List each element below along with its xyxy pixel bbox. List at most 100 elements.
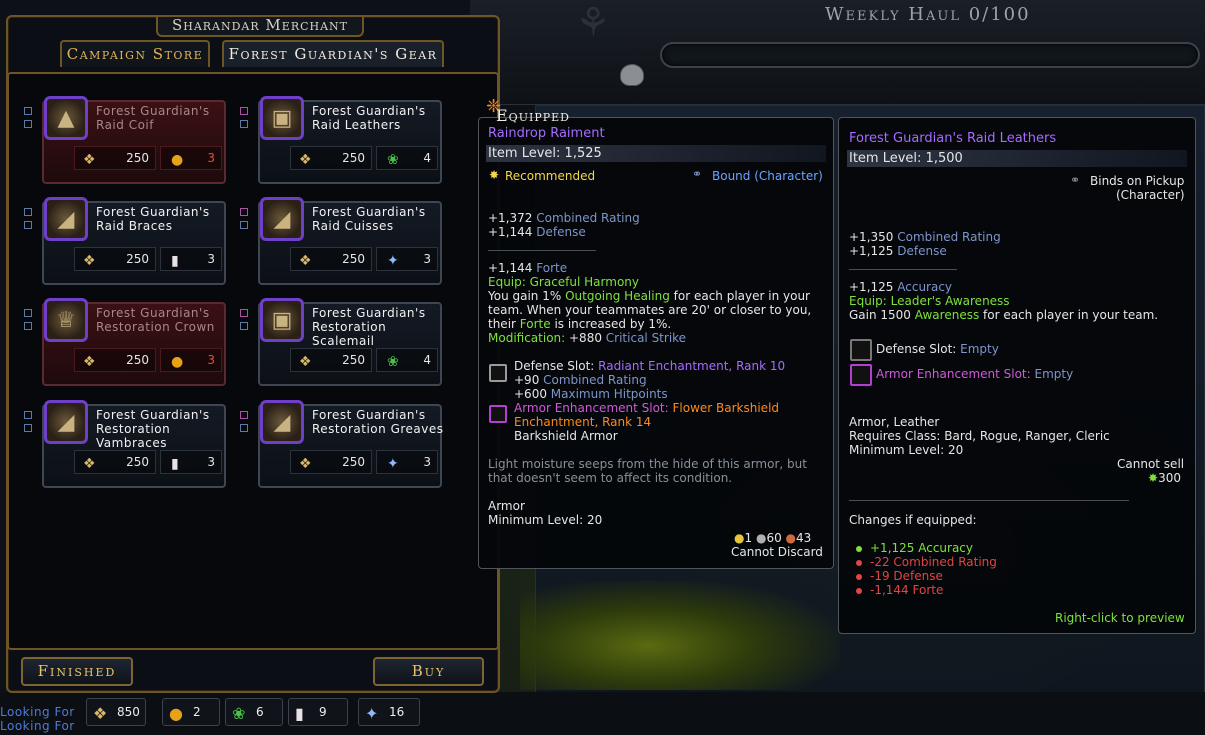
item-indicator (240, 107, 248, 115)
store-item-cost-secondary: ▮ 3 (160, 450, 222, 474)
divider (849, 269, 957, 270)
background-foliage (520, 580, 840, 690)
store-item-cost-secondary: ● 3 (160, 146, 222, 170)
divider (488, 250, 596, 251)
min-level: Minimum Level: 20 (488, 513, 603, 527)
flavor-text: that doesn't seem to affect its conditio… (488, 471, 733, 485)
cost-value: 250 (342, 455, 365, 469)
vambrace-icon: ◢ (44, 400, 88, 444)
stat-name: Accuracy (897, 280, 953, 294)
stat-line: +1,125 Accuracy (849, 280, 952, 294)
merchant-title: Sharandar Merchant (156, 17, 364, 37)
cost-value: 3 (423, 252, 431, 266)
slot-value: Empty (960, 342, 999, 356)
hood-icon: ▲ (44, 96, 88, 140)
stat-line: +1,144 Forte (488, 261, 567, 275)
stat-line: +1,372 Combined Rating (488, 211, 640, 225)
armor-slot-line: Armor Enhancement Slot: Empty (876, 367, 1073, 381)
store-item-cost-secondary: ▮ 3 (160, 247, 222, 271)
store-item[interactable]: ♕ Forest Guardian's Restoration Crown ❖ 250… (24, 298, 228, 388)
tab-forest-guardians-gear[interactable]: Forest Guardian's Gear (222, 40, 444, 67)
store-item-cost-primary: ❖ 250 (74, 146, 156, 170)
item-indicator (24, 120, 32, 128)
equipped-header: Equipped (496, 106, 570, 125)
compare-item-name: Forest Guardian's Raid Leathers (849, 131, 1057, 146)
store-item[interactable]: ▣ Forest Guardian's Raid Leathers ❖ 250 ❀ 4 (240, 96, 444, 186)
bound-label: Bound (Character) (712, 169, 823, 183)
store-item[interactable]: ◢ Forest Guardian's Restoration Vambraces… (24, 400, 228, 490)
item-indicator (24, 322, 32, 330)
weekly-haul-label: Weekly Haul 0/100 (825, 4, 1031, 25)
currency-leaves: ❀ 6 (225, 698, 283, 726)
gold-apple-icon: ● (169, 704, 183, 723)
tab-campaign-store[interactable]: Campaign Store (60, 40, 210, 67)
stat-value: +1,350 (849, 230, 894, 244)
equipped-item-level: Item Level: 1,525 (486, 145, 826, 162)
cost-value: 3 (207, 455, 215, 469)
item-indicator (240, 322, 248, 330)
shooting-star-icon: ✦ (365, 704, 379, 723)
cost-value: 250 (342, 353, 365, 367)
scroll-icon: ❖ (83, 253, 96, 269)
scroll-icon: ❖ (83, 456, 96, 472)
bound-icon: ⚭ (692, 167, 703, 181)
currency-scrolls: ❖ 850 (86, 698, 146, 726)
change-bullet (856, 573, 862, 580)
slot-value: Flower Barkshield (672, 401, 780, 415)
modification-value: +880 (569, 331, 606, 345)
stat-name: Defense (897, 244, 947, 258)
change-bullet (856, 559, 862, 566)
compare-item-level: Item Level: 1,500 (847, 150, 1187, 167)
equip-description: You gain 1% Outgoing Healing for each pl… (488, 289, 810, 303)
stat-line: +1,125 Defense (849, 244, 947, 258)
store-item-name: Forest Guardian's Restoration Greaves (312, 408, 444, 436)
store-item-cost-primary: ❖ 250 (290, 146, 372, 170)
shooting-star-icon: ✦ (387, 456, 399, 472)
store-item[interactable]: ◢ Forest Guardian's Restoration Greaves ❖ 2… (240, 400, 444, 490)
finished-button[interactable]: Finished (21, 657, 133, 686)
defense-slot-line: Defense Slot: Radiant Enchantment, Rank … (514, 359, 785, 373)
store-item-cost-primary: ❖ 250 (290, 247, 372, 271)
item-indicator (24, 221, 32, 229)
astral-diamond-icon: ✸ (1148, 471, 1159, 485)
desc-text: their (488, 317, 520, 331)
armor-slot-line: Armor Enhancement Slot: Flower Barkshiel… (514, 401, 779, 415)
store-item[interactable]: ◢ Forest Guardian's Raid Braces ❖ 250 ▮ 3 (24, 197, 228, 287)
change-text: -22 Combined Rating (870, 555, 997, 569)
boots-icon: ◢ (260, 197, 304, 241)
desc-highlight: Outgoing Healing (565, 289, 670, 303)
item-indicator (240, 424, 248, 432)
store-item-name: Forest Guardian's Restoration Crown (96, 306, 215, 334)
price-line: ✸300 (1148, 471, 1181, 485)
recommended-label: Recommended (505, 169, 596, 183)
stat-value: +600 (514, 387, 551, 401)
stat-name: Combined Rating (536, 211, 640, 225)
store-item[interactable]: ◢ Forest Guardian's Raid Cuisses ❖ 250 ✦ 3 (240, 197, 444, 287)
slot-value: Radiant Enchantment, Rank 10 (598, 359, 786, 373)
store-item-cost-primary: ❖ 250 (74, 247, 156, 271)
buy-button[interactable]: Buy (373, 657, 484, 686)
currency-apples: ● 2 (162, 698, 220, 726)
equip-power-name: Equip: Leader's Awareness (849, 294, 1010, 308)
bracer-icon: ◢ (44, 197, 88, 241)
scroll-icon: ❖ (299, 253, 312, 269)
store-item-cost-secondary: ✦ 3 (376, 247, 438, 271)
cost-value: 250 (126, 455, 149, 469)
scroll-icon: ❖ (299, 354, 312, 370)
stat-name: Defense (536, 225, 586, 239)
cost-value: 4 (423, 151, 431, 165)
slot-label: Defense Slot: (876, 342, 961, 356)
store-item[interactable]: ▣ Forest Guardian's Restoration Scalemail… (240, 298, 444, 388)
desc-text: for each player in your (669, 289, 810, 303)
change-bullet (856, 545, 862, 552)
store-item-name: Forest Guardian's Raid Leathers (312, 104, 426, 132)
desc-highlight: Forte (519, 317, 551, 331)
cost-value: 3 (207, 252, 215, 266)
leather-armor-icon: ▣ (260, 96, 304, 140)
green-leaf-icon: ❀ (387, 152, 399, 168)
cost-value: 250 (342, 151, 365, 165)
stat-line: +90 Combined Rating (514, 373, 647, 387)
equip-description: team. When your teammates are 20' or clo… (488, 303, 812, 317)
armor-enhancement-slot-icon (850, 364, 872, 386)
store-item[interactable]: ▲ Forest Guardian's Raid Coif ❖ 250 ● 3 (24, 96, 228, 186)
